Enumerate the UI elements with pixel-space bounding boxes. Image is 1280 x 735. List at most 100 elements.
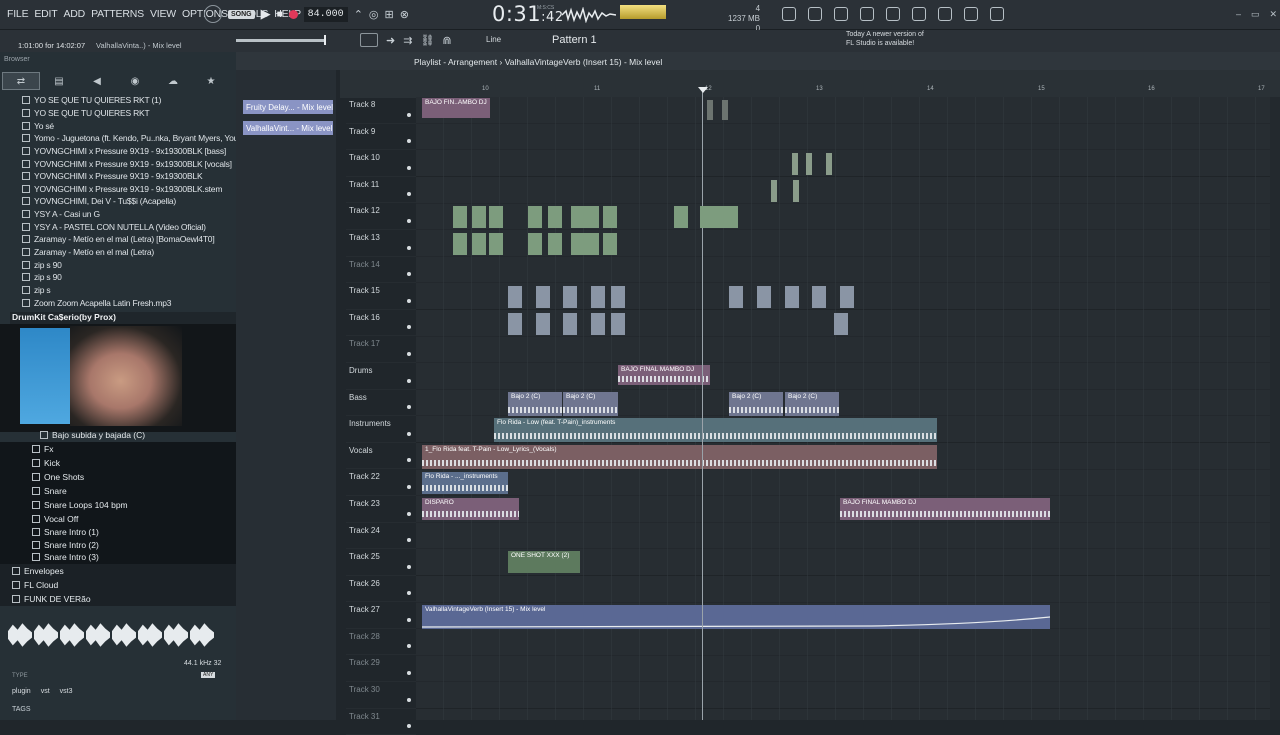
browser-file[interactable]: YOVNGCHIMI x Pressure 9X19 - 9x19300BLK … (22, 157, 236, 170)
browser-root-folder[interactable]: Envelopes (0, 563, 236, 578)
pattern-clip[interactable] (563, 313, 577, 335)
playhead-marker[interactable] (698, 87, 708, 93)
track-header[interactable]: Track 17 (346, 336, 416, 363)
pattern-clip[interactable] (563, 286, 577, 308)
playhead-line[interactable] (702, 88, 703, 720)
track-enable-icon[interactable] (407, 617, 411, 622)
stop-button[interactable]: ■ (277, 9, 283, 20)
help-icon[interactable] (886, 7, 900, 21)
browser-file[interactable]: YOVNGCHIMI, Dei V - Tu$$i (Acapella) (22, 195, 236, 208)
track-header[interactable]: Track 8 (346, 97, 416, 124)
track-header[interactable]: Track 14 (346, 257, 416, 284)
browser-file[interactable]: YSY A - PASTEL CON NUTELLA (Video Oficia… (22, 220, 236, 233)
track-enable-icon[interactable] (407, 591, 411, 596)
filter-plugin[interactable]: plugin (12, 688, 31, 695)
pattern-clip[interactable] (571, 206, 585, 228)
browser-file[interactable]: YSY A - Casi un G (22, 208, 236, 221)
clip-disparo[interactable]: DISPARO (422, 498, 519, 520)
arrow-right-icon[interactable]: ➜ (386, 34, 395, 47)
pattern-selector[interactable]: Pattern 1 (552, 34, 597, 46)
pattern-clip[interactable] (724, 206, 738, 228)
clip-bajo-fin[interactable]: BAJO FIN..AMBO DJ (422, 98, 490, 118)
pattern-clip[interactable] (793, 180, 799, 202)
play-button[interactable]: ▶ (261, 6, 271, 22)
pattern-clip[interactable] (603, 233, 617, 255)
browser-file[interactable]: YOVNGCHIMI x Pressure 9X19 - 9x19300BLK … (22, 145, 236, 158)
menu-view[interactable]: VIEW (147, 8, 179, 20)
pattern-clip[interactable] (489, 206, 503, 228)
track-enable-icon[interactable] (407, 218, 411, 223)
browser-folder[interactable]: Snare Intro (1) (0, 526, 236, 539)
minimize-icon[interactable]: – (1236, 9, 1241, 20)
track-header[interactable]: Track 12 (346, 203, 416, 230)
clip-one-shot[interactable]: ONE SHOT XXX (2) (508, 551, 580, 573)
magnet-icon[interactable]: ⋒ (442, 34, 451, 47)
browser-folder[interactable]: Snare Loops 104 bpm (0, 498, 236, 512)
browser-folder[interactable]: Vocal Off (0, 512, 236, 526)
track-header[interactable]: Track 16 (346, 310, 416, 337)
track-header[interactable]: Track 9 (346, 124, 416, 151)
folder-drumkit[interactable]: DrumKit Ca$erio(by Prox) (10, 312, 236, 324)
pattern-clip[interactable] (792, 153, 798, 175)
browser-file[interactable]: zip s 90 (22, 258, 236, 271)
pattern-clip[interactable] (528, 206, 542, 228)
track-header[interactable]: Track 24 (346, 523, 416, 550)
pattern-clip[interactable] (840, 286, 854, 308)
save-icon[interactable] (912, 7, 926, 21)
track-enable-icon[interactable] (407, 538, 411, 543)
track-header[interactable]: Track 10 (346, 150, 416, 177)
browser-folder[interactable]: Snare Intro (2) (0, 538, 236, 551)
microphone-icon[interactable] (834, 7, 848, 21)
pattern-clip[interactable] (571, 233, 585, 255)
pattern-clip[interactable] (707, 100, 713, 120)
clip-bajo-final-mambo[interactable]: BAJO FINAL MAMBO DJ (618, 365, 710, 385)
track-enable-icon[interactable] (407, 165, 411, 170)
track-header[interactable]: Bass (346, 390, 416, 417)
pattern-clip[interactable] (528, 233, 542, 255)
track-enable-icon[interactable] (407, 192, 411, 197)
pattern-clip[interactable] (591, 286, 605, 308)
pattern-clip[interactable] (536, 313, 550, 335)
pattern-clip[interactable] (611, 286, 625, 308)
track-enable-icon[interactable] (407, 325, 411, 330)
snap-selector[interactable]: Line (486, 35, 501, 44)
pattern-clip[interactable] (729, 286, 743, 308)
mixer-icon[interactable] (808, 7, 822, 21)
timeline-ruler[interactable]: 10 11 12 13 14 15 16 17 (418, 86, 1270, 96)
browser-folder[interactable]: Snare (0, 484, 236, 498)
track-header[interactable]: Vocals (346, 443, 416, 470)
pattern-clip[interactable] (757, 286, 771, 308)
track-enable-icon[interactable] (407, 644, 411, 649)
news-panel[interactable]: Today A newer version of FL Studio is av… (846, 30, 924, 48)
browser-file[interactable]: Yo sé (22, 119, 236, 132)
browser-file[interactable]: Zaramay - Metío en el mal (Letra) (22, 246, 236, 259)
track-enable-icon[interactable] (407, 272, 411, 277)
clip-bajo2-b[interactable]: Bajo 2 (C) (563, 392, 618, 416)
filter-vst3[interactable]: vst3 (60, 688, 73, 695)
browser-subfile[interactable]: Bajo subida y bajada (C) (0, 428, 236, 442)
maximize-icon[interactable]: ▭ (1251, 9, 1260, 20)
record-button[interactable] (288, 9, 298, 19)
browser-file[interactable]: Zoom Zoom Acapella Latin Fresh.mp3 (22, 296, 236, 309)
browser-folder[interactable]: Kick (0, 456, 236, 470)
pattern-clip[interactable] (508, 286, 522, 308)
clip-flo-rida-short[interactable]: Flo Rida - ..._instruments (422, 472, 508, 494)
type-any-badge[interactable]: ANY (201, 672, 216, 678)
pattern-clip[interactable] (806, 153, 812, 175)
track-enable-icon[interactable] (407, 351, 411, 356)
browser-folder[interactable]: Fx (0, 442, 236, 456)
metronome-icon[interactable]: ⌃ (354, 8, 363, 21)
track-header[interactable]: Track 26 (346, 576, 416, 603)
track-enable-icon[interactable] (407, 378, 411, 383)
pattern-clip[interactable] (536, 286, 550, 308)
pattern-clip[interactable] (834, 313, 848, 335)
track-header[interactable]: Track 31 (346, 709, 416, 735)
track-enable-icon[interactable] (407, 724, 411, 729)
master-volume-slider[interactable] (236, 39, 326, 42)
track-enable-icon[interactable] (407, 564, 411, 569)
track-header[interactable]: Track 22 (346, 469, 416, 496)
typing-icon[interactable]: ⇉ (403, 34, 412, 47)
clip-source-fruity-delay[interactable]: Fruity Delay... - Mix level (243, 100, 333, 114)
pattern-clip[interactable] (453, 206, 467, 228)
browser-file[interactable]: zip s 90 (22, 271, 236, 284)
